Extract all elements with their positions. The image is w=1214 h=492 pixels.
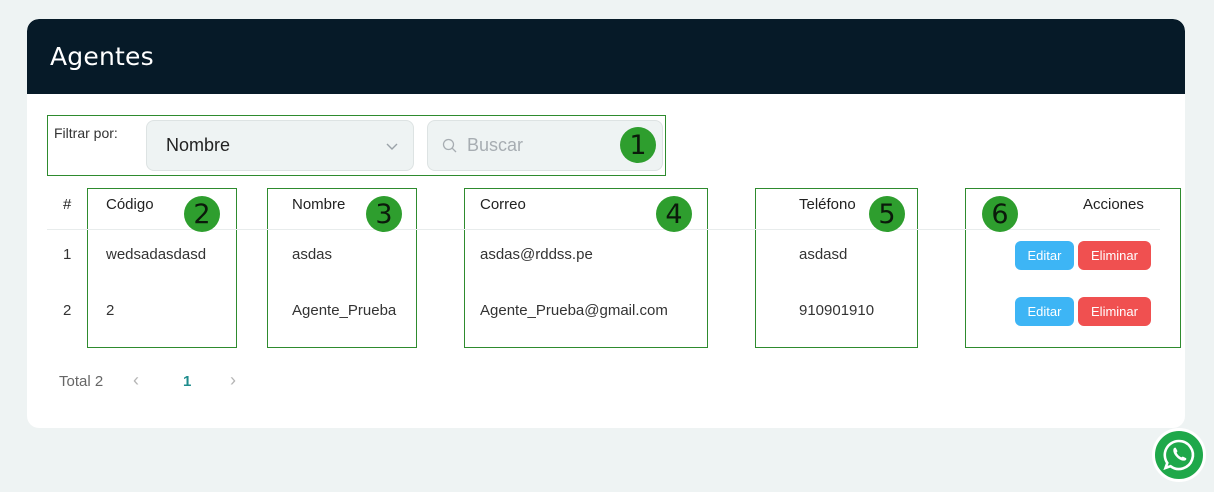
annotation-marker-5: 5 xyxy=(869,196,905,232)
search-icon xyxy=(442,138,457,153)
pagination-page-1[interactable]: 1 xyxy=(183,373,191,390)
agents-card: Agentes Filtrar por: Nombre 1 # Código N… xyxy=(27,19,1185,428)
delete-button[interactable]: Eliminar xyxy=(1078,241,1151,270)
column-header-code: Código xyxy=(106,196,154,213)
cell-code: 2 xyxy=(106,302,115,319)
card-header: Agentes xyxy=(27,19,1185,94)
whatsapp-icon xyxy=(1163,439,1195,471)
chevron-down-icon xyxy=(386,143,398,150)
annotation-marker-2: 2 xyxy=(184,196,220,232)
cell-index: 1 xyxy=(63,246,72,263)
pagination-total: Total 2 xyxy=(59,373,104,390)
edit-button[interactable]: Editar xyxy=(1015,241,1074,270)
pagination-next-icon[interactable]: › xyxy=(230,370,236,391)
column-header-phone: Teléfono xyxy=(799,196,856,213)
filter-label: Filtrar por: xyxy=(54,125,118,141)
annotation-marker-4: 4 xyxy=(656,196,692,232)
delete-button[interactable]: Eliminar xyxy=(1078,297,1151,326)
cell-email: Agente_Prueba@gmail.com xyxy=(480,302,668,319)
whatsapp-button[interactable] xyxy=(1152,428,1206,482)
cell-name: Agente_Prueba xyxy=(292,302,397,319)
column-header-index: # xyxy=(63,196,72,213)
search-input[interactable] xyxy=(467,135,617,156)
filter-select[interactable]: Nombre xyxy=(146,120,414,171)
cell-phone: 910901910 xyxy=(799,302,875,319)
filter-select-value: Nombre xyxy=(166,135,231,155)
annotation-marker-3: 3 xyxy=(366,196,402,232)
filter-bar: Filtrar por: Nombre xyxy=(47,115,666,176)
edit-button[interactable]: Editar xyxy=(1015,297,1074,326)
pagination-prev-icon[interactable]: ‹ xyxy=(133,370,139,391)
cell-index: 2 xyxy=(63,302,72,319)
cell-phone: asdasd xyxy=(799,246,848,263)
column-header-name: Nombre xyxy=(292,196,346,213)
column-header-actions: Acciones xyxy=(1083,196,1144,213)
page-title: Agentes xyxy=(50,42,154,71)
annotation-marker-6: 6 xyxy=(982,196,1018,232)
cell-name: asdas xyxy=(292,246,333,263)
column-header-email: Correo xyxy=(480,196,526,213)
cell-code: wedsadasdasd xyxy=(106,246,207,263)
cell-email: asdas@rddss.pe xyxy=(480,246,593,263)
annotation-marker-1: 1 xyxy=(620,127,656,163)
